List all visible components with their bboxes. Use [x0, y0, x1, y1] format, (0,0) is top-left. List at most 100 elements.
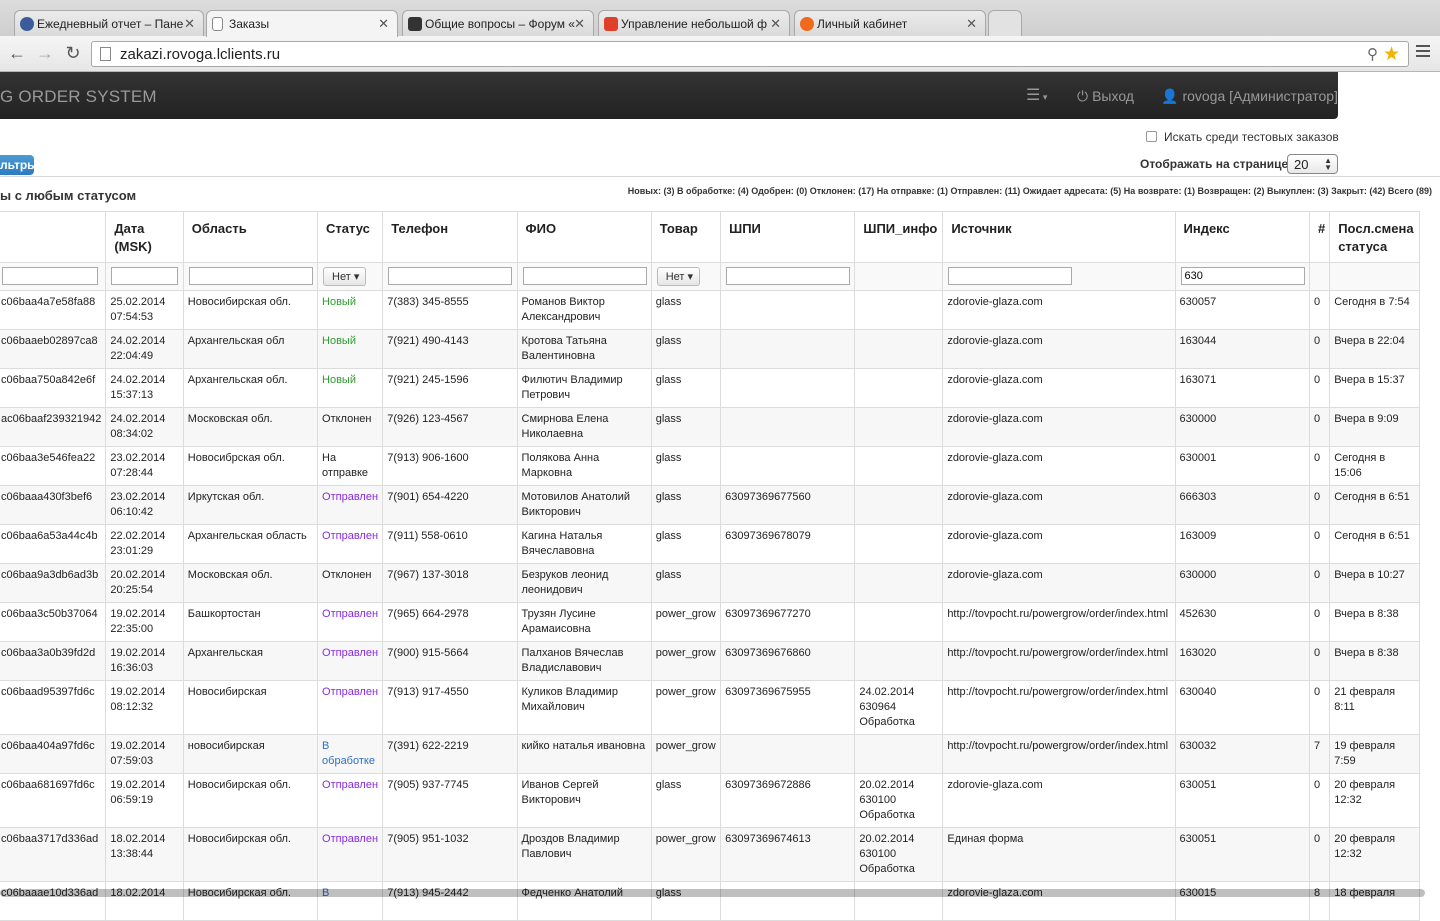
order-status[interactable]: Отправлен: [317, 524, 384, 564]
close-icon[interactable]: ✕: [378, 16, 389, 32]
browser-menu-icon[interactable]: [1416, 45, 1430, 59]
order-phone: 7(905) 937-7745: [382, 773, 518, 828]
close-icon[interactable]: ✕: [574, 16, 585, 32]
order-status[interactable]: Отправлен: [317, 680, 384, 735]
order-status[interactable]: В обработке: [317, 734, 384, 774]
order-id[interactable]: c06baaeb02897ca8: [0, 329, 107, 369]
table-row[interactable]: c06baa3a0b39fd2d 19.02.2014 16:36:03 Архан…: [0, 641, 1420, 681]
user-link[interactable]: 👤 rovoga [Администратор]: [1161, 88, 1338, 105]
order-status[interactable]: Отправлен: [317, 773, 384, 828]
table-row[interactable]: c06baad95397fd6c 19.02.2014 08:12:32 Новос…: [0, 680, 1420, 735]
column-header[interactable]: ФИО: [516, 211, 652, 263]
table-row[interactable]: c06baa9a3db6ad3b 20.02.2014 20:25:54 Моско…: [0, 563, 1420, 603]
order-status[interactable]: Отправлен: [317, 827, 384, 882]
order-id[interactable]: c06baad95397fd6c: [0, 680, 107, 735]
column-header[interactable]: Статус: [317, 211, 384, 263]
order-id[interactable]: c06baaae10d336ad: [0, 881, 107, 921]
order-status[interactable]: В: [317, 881, 384, 921]
column-header[interactable]: Товар: [650, 211, 722, 263]
table-row[interactable]: c06baa750a842e6f 24.02.2014 15:37:13 Архан…: [0, 368, 1420, 408]
test-orders-checkbox[interactable]: [1146, 131, 1157, 142]
column-header[interactable]: [0, 211, 107, 263]
order-id[interactable]: c06baa9a3db6ad3b: [0, 563, 107, 603]
zoom-icon[interactable]: ⚲: [1367, 45, 1378, 63]
order-id[interactable]: c06baa6a53a44c4b: [0, 524, 107, 564]
name-filter-input[interactable]: [522, 267, 647, 285]
table-row[interactable]: c06baa6a53a44c4b 22.02.2014 23:01:29 Архан…: [0, 524, 1420, 564]
address-bar[interactable]: zakazi.rovoga.lclients.ru ⚲ ★: [91, 41, 1409, 67]
horizontal-scrollbar[interactable]: [0, 889, 1425, 897]
close-icon[interactable]: ✕: [770, 16, 781, 32]
order-status[interactable]: Новый: [317, 368, 384, 408]
order-id[interactable]: c06baaa430f3bef6: [0, 485, 107, 525]
order-id[interactable]: c06baa4a7e58fa88: [0, 290, 107, 330]
list-menu-button[interactable]: ☰ ▾: [1026, 85, 1047, 105]
status-filter-dropdown[interactable]: Нет ▾: [323, 267, 367, 286]
close-icon[interactable]: ✕: [184, 16, 195, 32]
order-status[interactable]: На отправке: [317, 446, 384, 486]
order-id[interactable]: ac06baaf239321942: [0, 407, 107, 447]
reload-icon[interactable]: ↻: [63, 44, 83, 64]
browser-tab-3[interactable]: Общие вопросы – Форум « ✕: [402, 10, 594, 36]
track-filter-input[interactable]: [726, 267, 851, 285]
order-id[interactable]: c06baa3717d336ad: [0, 827, 107, 882]
forward-arrow-icon[interactable]: →: [35, 44, 55, 64]
logout-link[interactable]: ⏻ Выход: [1077, 88, 1134, 105]
test-orders-label[interactable]: Искать среди тестовых заказов: [1164, 130, 1339, 144]
column-header[interactable]: #: [1308, 211, 1331, 263]
back-arrow-icon[interactable]: ←: [7, 44, 27, 64]
product-filter-dropdown[interactable]: Нет ▾: [656, 267, 701, 286]
id-filter-input[interactable]: [2, 267, 98, 285]
column-header[interactable]: Источник: [942, 211, 1176, 263]
column-header[interactable]: Посл.смена статуса: [1329, 211, 1420, 263]
order-id[interactable]: c06baa3a0b39fd2d: [0, 641, 107, 681]
close-icon[interactable]: ✕: [966, 16, 977, 32]
new-tab-button[interactable]: [988, 10, 1022, 36]
order-status[interactable]: Отправлен: [317, 485, 384, 525]
order-id[interactable]: c06baa681697fd6c: [0, 773, 107, 828]
table-row[interactable]: c06baa3e546fea22 23.02.2014 07:28:44 Новос…: [0, 446, 1420, 486]
region-filter-input[interactable]: [188, 267, 313, 285]
table-row[interactable]: c06baa3c50b37064 19.02.2014 22:35:00 Башко…: [0, 602, 1420, 642]
phone-filter-input[interactable]: [388, 267, 513, 285]
index-filter-input[interactable]: [1180, 267, 1305, 285]
order-status[interactable]: Отклонен: [317, 563, 384, 603]
per-page-select[interactable]: 20 ▲ ▼: [1287, 154, 1338, 174]
url-text[interactable]: zakazi.rovoga.lclients.ru: [120, 46, 280, 63]
order-status[interactable]: Новый: [317, 290, 384, 330]
order-status[interactable]: Отправлен: [317, 602, 384, 642]
column-header[interactable]: Область: [182, 211, 319, 263]
browser-tab-2[interactable]: Заказы ✕: [206, 10, 398, 37]
order-name: Трузян Лусине Арамаисовна: [516, 602, 652, 642]
order-id[interactable]: c06baa404a97fd6c: [0, 734, 107, 774]
browser-tab-1[interactable]: Ежедневный отчет – Пане ✕: [14, 10, 204, 36]
table-row[interactable]: c06baaeb02897ca8 24.02.2014 22:04:49 Архан…: [0, 329, 1420, 369]
date-filter-input[interactable]: [111, 267, 179, 285]
table-row[interactable]: c06baa4a7e58fa88 25.02.2014 07:54:53 Новос…: [0, 290, 1420, 330]
brand-title[interactable]: G ORDER SYSTEM: [0, 87, 157, 107]
order-status[interactable]: Отклонен: [317, 407, 384, 447]
order-phone: 7(391) 622-2219: [382, 734, 518, 774]
table-row[interactable]: ac06baaf239321942 24.02.2014 08:34:02 Моск…: [0, 407, 1420, 447]
order-id[interactable]: c06baa3c50b37064: [0, 602, 107, 642]
column-header[interactable]: Телефон: [382, 211, 518, 263]
bookmark-star-icon[interactable]: ★: [1383, 43, 1400, 66]
column-header[interactable]: ШПИ_инфо: [854, 211, 944, 263]
filters-button[interactable]: льтры: [0, 155, 34, 175]
table-row[interactable]: c06baa404a97fd6c 19.02.2014 07:59:03 новос…: [0, 734, 1420, 774]
table-row[interactable]: c06baaae10d336ad 18.02.2014 Новосибирская …: [0, 881, 1420, 921]
browser-tab-5[interactable]: Личный кабинет ✕: [794, 10, 986, 36]
column-header[interactable]: ШПИ: [720, 211, 856, 263]
table-row[interactable]: c06baa681697fd6c 19.02.2014 06:59:19 Новос…: [0, 773, 1420, 828]
table-row[interactable]: c06baa3717d336ad 18.02.2014 13:38:44 Новос…: [0, 827, 1420, 882]
order-status[interactable]: Отправлен: [317, 641, 384, 681]
order-id[interactable]: c06baa750a842e6f: [0, 368, 107, 408]
table-row[interactable]: c06baaa430f3bef6 23.02.2014 06:10:42 Иркут…: [0, 485, 1420, 525]
source-filter-input[interactable]: [948, 267, 1073, 285]
column-header[interactable]: Дата (MSK): [105, 211, 184, 263]
order-region: Башкортостан: [182, 602, 319, 642]
order-id[interactable]: c06baa3e546fea22: [0, 446, 107, 486]
browser-tab-4[interactable]: Управление небольшой ф ✕: [598, 10, 790, 36]
column-header[interactable]: Индекс: [1174, 211, 1310, 263]
order-status[interactable]: Новый: [317, 329, 384, 369]
